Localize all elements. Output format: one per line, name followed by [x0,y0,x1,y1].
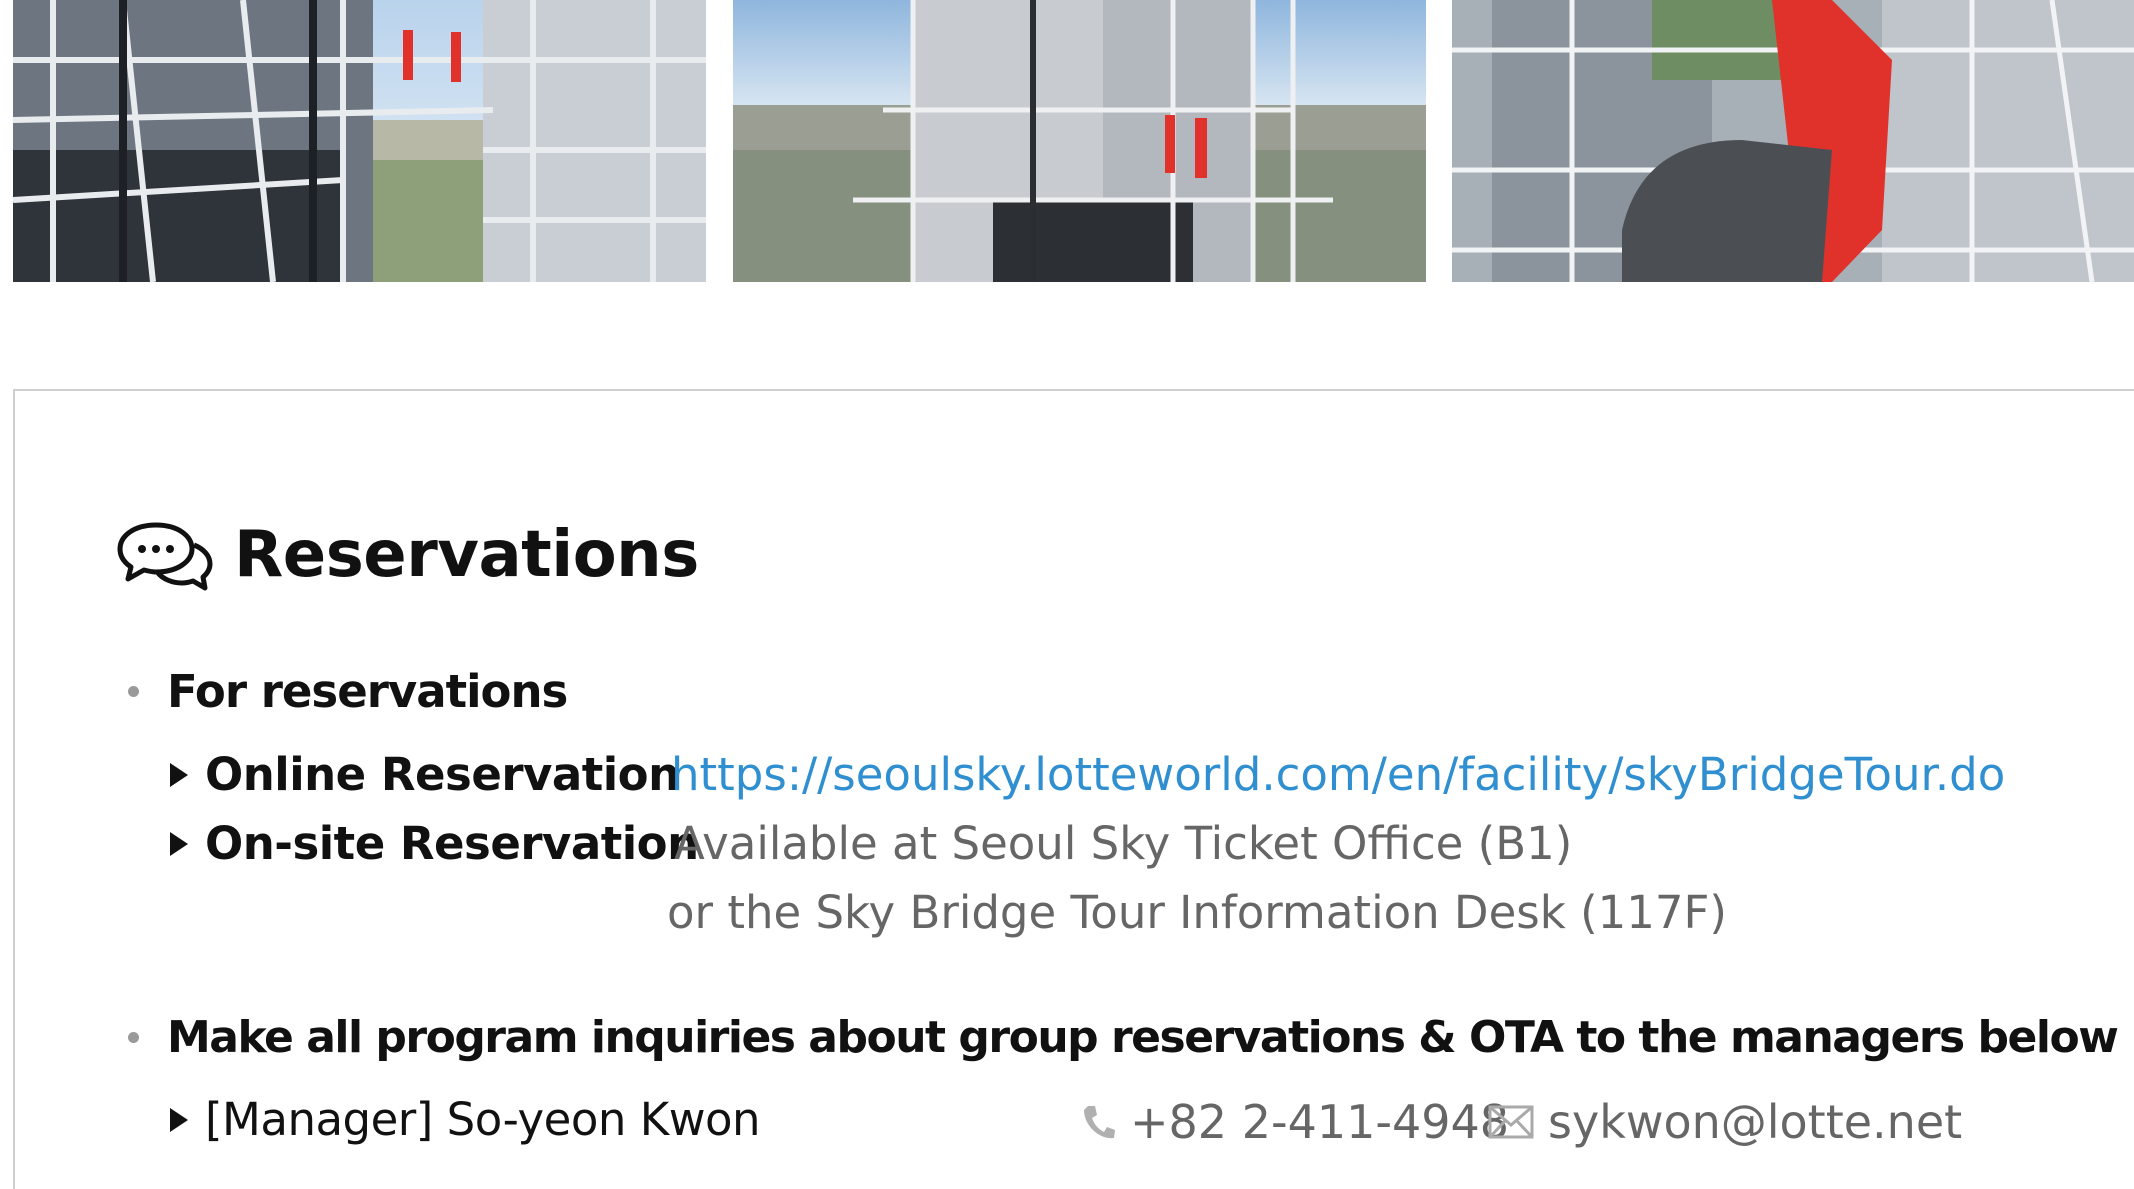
bullet-dot [128,686,139,697]
manager-email[interactable]: sykwon@lotte.net [1488,1095,1962,1149]
onsite-location-line2: or the Sky Bridge Tour Information Desk … [667,886,1727,939]
mail-icon [1488,1105,1534,1139]
manager-phone[interactable]: +82 2-411-4948 [1080,1095,1509,1149]
triangle-bullet-icon [170,1107,188,1132]
inquiries-bullet: Make all program inquiries about group r… [128,1012,2119,1063]
inquiries-heading: Make all program inquiries about group r… [167,1012,2119,1063]
manager-name: [Manager] So-yeon Kwon [205,1093,761,1146]
onsite-location-line1: Available at Seoul Sky Ticket Office (B1… [674,817,1573,870]
section-header: Reservations [116,515,699,595]
manager-phone-number: +82 2-411-4948 [1130,1095,1510,1149]
reservations-heading: For reservations [167,665,568,718]
manager-row: [Manager] So-yeon Kwon [170,1093,761,1146]
phone-icon [1084,1106,1115,1139]
manager-email-address: sykwon@lotte.net [1548,1095,1963,1149]
onsite-reservation-row: On-site Reservation [170,817,699,870]
online-reservation-label: Online Reservation [205,748,680,801]
triangle-bullet-icon [170,831,188,856]
triangle-bullet-icon [170,762,188,787]
online-reservation-row: Online Reservation [170,748,680,801]
photo-sky-bridge-1 [13,0,706,282]
page-title: Reservations [234,518,699,592]
reservations-bullet: For reservations [128,665,568,718]
online-reservation-link[interactable]: https://seoulsky.lotteworld.com/en/facil… [671,748,2005,801]
chat-bubbles-icon [117,522,213,591]
photo-sky-bridge-2 [733,0,1426,282]
photo-sky-bridge-3 [1452,0,2134,282]
onsite-reservation-label: On-site Reservation [205,817,699,870]
bullet-dot [128,1032,139,1043]
